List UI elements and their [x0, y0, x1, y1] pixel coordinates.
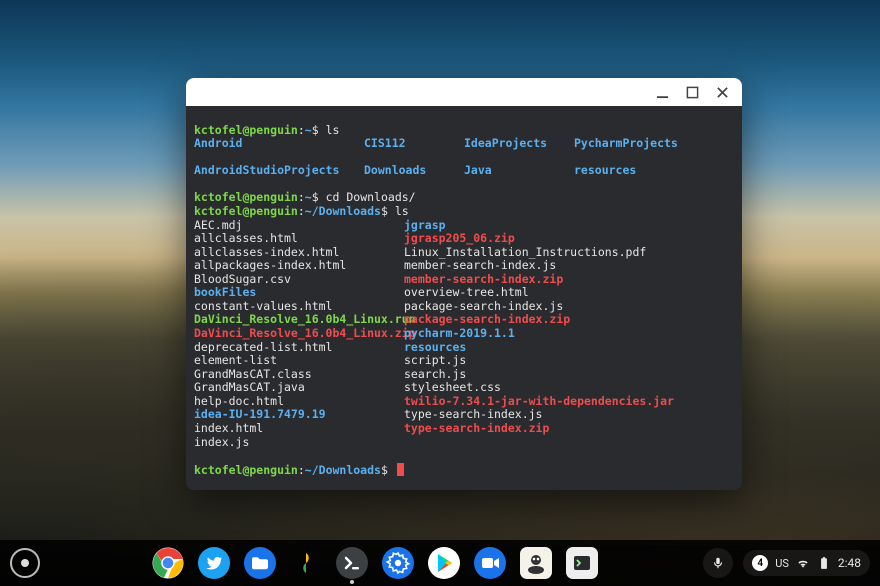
ls-entry: Linux_Installation_Instructions.pdf	[404, 246, 714, 260]
app-files[interactable]	[244, 547, 276, 579]
ls-entry: search.js	[404, 368, 714, 382]
app-linux-1[interactable]	[520, 547, 552, 579]
ls-entry: Downloads	[364, 164, 464, 178]
prompt-path: ~/Downloads	[305, 463, 381, 477]
ls-entry: Android	[194, 137, 364, 151]
prompt-path: ~	[305, 190, 312, 204]
prompt-user: kctofel@penguin	[194, 463, 298, 477]
ls-entry: package-search-index.zip	[404, 313, 714, 327]
clock: 2:48	[838, 556, 861, 570]
ls-entry: allclasses-index.html	[194, 246, 404, 260]
ls-entry: type-search-index.js	[404, 408, 714, 422]
ls-entry: script.js	[404, 354, 714, 368]
ls-entry: deprecated-list.html	[194, 341, 404, 355]
battery-icon	[817, 556, 831, 570]
notification-count: 4	[752, 555, 768, 571]
downloads-listing: AEC.mdjallclasses.htmlallclasses-index.h…	[194, 219, 734, 450]
terminal-cursor	[397, 463, 404, 476]
app-play-store[interactable]	[428, 547, 460, 579]
close-icon	[716, 86, 729, 99]
ls-entry: element-list	[194, 354, 404, 368]
linux-app-icon	[520, 547, 552, 579]
ls-entry: CIS112	[364, 137, 464, 151]
wifi-icon	[796, 556, 810, 570]
ls-entry: package-search-index.js	[404, 300, 714, 314]
play-store-icon	[428, 547, 460, 579]
ls-entry: GrandMasCAT.java	[194, 381, 404, 395]
prompt-user: kctofel@penguin	[194, 123, 298, 137]
ls-entry: idea-IU-191.7479.19	[194, 408, 404, 422]
shelf: 4 US 2:48	[0, 540, 880, 586]
ls-entry: twilio-7.34.1-jar-with-dependencies.jar	[404, 395, 714, 409]
photos-icon	[290, 547, 322, 579]
video-call-icon	[474, 547, 506, 579]
prompt-cmd: ls	[326, 123, 340, 137]
prompt-cmd: ls	[395, 204, 409, 218]
ls-entry: resources	[574, 164, 694, 178]
ls-entry: resources	[404, 341, 714, 355]
ls-entry: type-search-index.zip	[404, 422, 714, 436]
prompt-path: ~	[305, 123, 312, 137]
ls-entry: bookFiles	[194, 286, 404, 300]
ls-entry: allpackages-index.html	[194, 259, 404, 273]
minimize-button[interactable]	[648, 78, 676, 106]
ls-entry: IdeaProjects	[464, 137, 574, 151]
mic-button[interactable]	[703, 548, 733, 578]
minimize-icon	[656, 86, 669, 99]
prompt-path: ~/Downloads	[305, 204, 381, 218]
ls-entry: jgrasp205_06.zip	[404, 232, 714, 246]
ls-entry: GrandMasCAT.class	[194, 368, 404, 382]
ls-entry: DaVinci_Resolve_16.0b4_Linux.zip	[194, 327, 404, 341]
chrome-icon	[152, 547, 184, 579]
terminal-icon	[336, 547, 368, 579]
ls-entry: stylesheet.css	[404, 381, 714, 395]
ls-entry: allclasses.html	[194, 232, 404, 246]
terminal-window: kctofel@penguin:~$ ls AndroidCIS112IdeaP…	[186, 78, 742, 490]
status-pill[interactable]: 4 US 2:48	[743, 550, 870, 576]
ls-entry: overview-tree.html	[404, 286, 714, 300]
ls-entry: Java	[464, 164, 574, 178]
ls-entry: PycharmProjects	[574, 137, 694, 151]
ls-entry: DaVinci_Resolve_16.0b4_Linux.run	[194, 313, 404, 327]
ls-entry: member-search-index.js	[404, 259, 714, 273]
ls-entry: BloodSugar.csv	[194, 273, 404, 287]
prompt-user: kctofel@penguin	[194, 190, 298, 204]
settings-icon	[382, 547, 414, 579]
app-chrome[interactable]	[152, 547, 184, 579]
app-twitter[interactable]	[198, 547, 230, 579]
ls-entry: index.js	[194, 436, 404, 450]
terminal-output[interactable]: kctofel@penguin:~$ ls AndroidCIS112IdeaP…	[186, 106, 742, 490]
app-video-call[interactable]	[474, 547, 506, 579]
ls-entry: help-doc.html	[194, 395, 404, 409]
files-icon	[244, 547, 276, 579]
prompt-cmd: cd Downloads/	[326, 190, 416, 204]
prompt-sep: :	[298, 123, 305, 137]
ls-entry: pycharm-2019.1.1	[404, 327, 714, 341]
input-lang: US	[775, 557, 789, 570]
active-indicator	[350, 580, 354, 584]
ls-entry: index.html	[194, 422, 404, 436]
app-settings[interactable]	[382, 547, 414, 579]
ls-entry: jgrasp	[404, 219, 714, 233]
prompt-sigil: $	[312, 123, 326, 137]
prompt-user: kctofel@penguin	[194, 204, 298, 218]
maximize-icon	[686, 86, 699, 99]
shelf-apps	[54, 547, 695, 579]
window-titlebar	[186, 78, 742, 106]
ls-entry: AEC.mdj	[194, 219, 404, 233]
app-terminal[interactable]	[336, 547, 368, 579]
app-linux-2[interactable]	[566, 547, 598, 579]
maximize-button[interactable]	[678, 78, 706, 106]
close-button[interactable]	[708, 78, 736, 106]
ls-entry: AndroidStudioProjects	[194, 164, 364, 178]
ls-entry: member-search-index.zip	[404, 273, 714, 287]
launcher-button[interactable]	[10, 548, 40, 578]
app-photos[interactable]	[290, 547, 322, 579]
twitter-icon	[198, 547, 230, 579]
ls-entry: constant-values.html	[194, 300, 404, 314]
mic-icon	[711, 556, 725, 570]
launcher-icon	[21, 559, 29, 567]
status-area: 4 US 2:48	[703, 548, 870, 578]
linux-app-icon-2	[566, 547, 598, 579]
